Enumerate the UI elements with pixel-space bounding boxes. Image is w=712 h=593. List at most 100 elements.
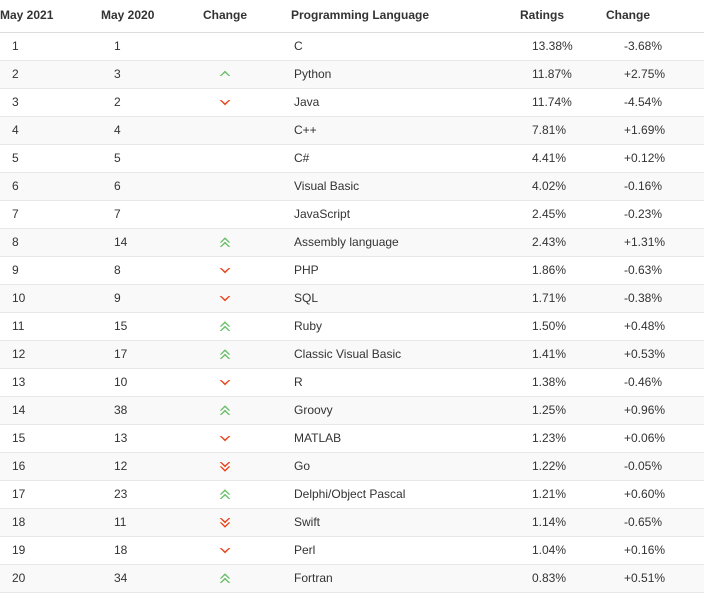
cell-rank-previous: 11 <box>101 508 203 537</box>
cell-change-percent: -0.63% <box>606 256 704 285</box>
cell-rank-previous: 38 <box>101 396 203 425</box>
column-header-programming-language[interactable]: Programming Language <box>291 0 520 33</box>
cell-ratings: 1.86% <box>520 256 606 285</box>
cell-programming-language: Python <box>291 60 520 89</box>
cell-ratings: 13.38% <box>520 32 606 61</box>
column-header-rank-current[interactable]: May 2021 <box>0 0 101 33</box>
cell-rank-previous: 13 <box>101 424 203 453</box>
cell-rank-current: 8 <box>0 228 101 257</box>
cell-programming-language: Visual Basic <box>291 172 520 201</box>
cell-ratings: 1.21% <box>520 480 606 509</box>
cell-change-percent: +0.48% <box>606 312 704 341</box>
cell-rank-previous: 6 <box>101 172 203 201</box>
column-header-rank-previous[interactable]: May 2020 <box>101 0 203 33</box>
column-header-change-direction[interactable]: Change <box>203 0 291 33</box>
cell-change-percent: -3.68% <box>606 32 704 61</box>
table-row[interactable]: 1 1 C 13.38% -3.68% <box>0 32 704 61</box>
cell-programming-language: C <box>291 32 520 61</box>
cell-ratings: 1.41% <box>520 340 606 369</box>
cell-change-direction <box>203 228 291 257</box>
cell-rank-previous: 5 <box>101 144 203 173</box>
chevron-up-icon <box>218 68 232 82</box>
cell-change-direction <box>203 312 291 341</box>
table-header-row: May 2021 May 2020 Change Programming Lan… <box>0 0 704 33</box>
cell-rank-current: 18 <box>0 508 101 537</box>
cell-rank-previous: 7 <box>101 200 203 229</box>
table-row[interactable]: 14 38 Groovy 1.25% +0.96% <box>0 396 704 425</box>
chevron-down-icon <box>218 96 232 110</box>
table-row[interactable]: 18 11 Swift 1.14% -0.65% <box>0 508 704 537</box>
cell-change-percent: +0.16% <box>606 536 704 565</box>
cell-ratings: 1.04% <box>520 536 606 565</box>
table-row[interactable]: 4 4 C++ 7.81% +1.69% <box>0 116 704 145</box>
table-row[interactable]: 12 17 Classic Visual Basic 1.41% +0.53% <box>0 340 704 369</box>
cell-programming-language: Swift <box>291 508 520 537</box>
cell-rank-previous: 2 <box>101 88 203 117</box>
cell-change-percent: +0.12% <box>606 144 704 173</box>
cell-change-direction <box>203 32 291 61</box>
table-row[interactable]: 2 3 Python 11.87% +2.75% <box>0 60 704 89</box>
chevron-down-icon <box>218 544 232 558</box>
cell-change-direction <box>203 424 291 453</box>
cell-rank-previous: 10 <box>101 368 203 397</box>
cell-rank-current: 12 <box>0 340 101 369</box>
double-chevron-down-icon <box>218 460 232 474</box>
cell-rank-current: 5 <box>0 144 101 173</box>
table-row[interactable]: 13 10 R 1.38% -0.46% <box>0 368 704 397</box>
table-row[interactable]: 9 8 PHP 1.86% -0.63% <box>0 256 704 285</box>
table-row[interactable]: 3 2 Java 11.74% -4.54% <box>0 88 704 117</box>
cell-rank-previous: 3 <box>101 60 203 89</box>
cell-programming-language: C# <box>291 144 520 173</box>
table-row[interactable]: 10 9 SQL 1.71% -0.38% <box>0 284 704 313</box>
cell-change-percent: -0.38% <box>606 284 704 313</box>
cell-change-direction <box>203 256 291 285</box>
cell-rank-current: 11 <box>0 312 101 341</box>
cell-programming-language: C++ <box>291 116 520 145</box>
table-row[interactable]: 8 14 Assembly language 2.43% +1.31% <box>0 228 704 257</box>
table-row[interactable]: 15 13 MATLAB 1.23% +0.06% <box>0 424 704 453</box>
cell-change-direction <box>203 200 291 229</box>
cell-programming-language: Delphi/Object Pascal <box>291 480 520 509</box>
cell-rank-current: 9 <box>0 256 101 285</box>
cell-change-percent: -0.16% <box>606 172 704 201</box>
cell-ratings: 0.83% <box>520 564 606 593</box>
cell-rank-previous: 15 <box>101 312 203 341</box>
table-row[interactable]: 19 18 Perl 1.04% +0.16% <box>0 536 704 565</box>
table-row[interactable]: 17 23 Delphi/Object Pascal 1.21% +0.60% <box>0 480 704 509</box>
cell-rank-current: 17 <box>0 480 101 509</box>
cell-programming-language: MATLAB <box>291 424 520 453</box>
column-header-ratings[interactable]: Ratings <box>520 0 606 33</box>
cell-rank-current: 3 <box>0 88 101 117</box>
cell-change-direction <box>203 60 291 89</box>
table-row[interactable]: 16 12 Go 1.22% -0.05% <box>0 452 704 481</box>
column-header-change-percent[interactable]: Change <box>606 0 704 33</box>
cell-rank-current: 13 <box>0 368 101 397</box>
cell-programming-language: Assembly language <box>291 228 520 257</box>
cell-rank-current: 16 <box>0 452 101 481</box>
cell-rank-previous: 4 <box>101 116 203 145</box>
cell-change-percent: +1.69% <box>606 116 704 145</box>
double-chevron-up-icon <box>218 572 232 586</box>
table-row[interactable]: 5 5 C# 4.41% +0.12% <box>0 144 704 173</box>
table-row[interactable]: 6 6 Visual Basic 4.02% -0.16% <box>0 172 704 201</box>
cell-rank-current: 15 <box>0 424 101 453</box>
cell-change-direction <box>203 480 291 509</box>
cell-change-percent: +0.06% <box>606 424 704 453</box>
table-row[interactable]: 7 7 JavaScript 2.45% -0.23% <box>0 200 704 229</box>
table-row[interactable]: 11 15 Ruby 1.50% +0.48% <box>0 312 704 341</box>
cell-rank-current: 2 <box>0 60 101 89</box>
cell-ratings: 1.23% <box>520 424 606 453</box>
cell-change-percent: -4.54% <box>606 88 704 117</box>
cell-programming-language: Perl <box>291 536 520 565</box>
cell-change-direction <box>203 172 291 201</box>
cell-rank-previous: 34 <box>101 564 203 593</box>
cell-change-direction <box>203 564 291 593</box>
table-row[interactable]: 20 34 Fortran 0.83% +0.51% <box>0 564 704 593</box>
cell-ratings: 1.14% <box>520 508 606 537</box>
cell-change-percent: +0.53% <box>606 340 704 369</box>
cell-rank-current: 14 <box>0 396 101 425</box>
cell-ratings: 1.38% <box>520 368 606 397</box>
cell-programming-language: PHP <box>291 256 520 285</box>
cell-change-percent: -0.23% <box>606 200 704 229</box>
cell-change-percent: +0.60% <box>606 480 704 509</box>
